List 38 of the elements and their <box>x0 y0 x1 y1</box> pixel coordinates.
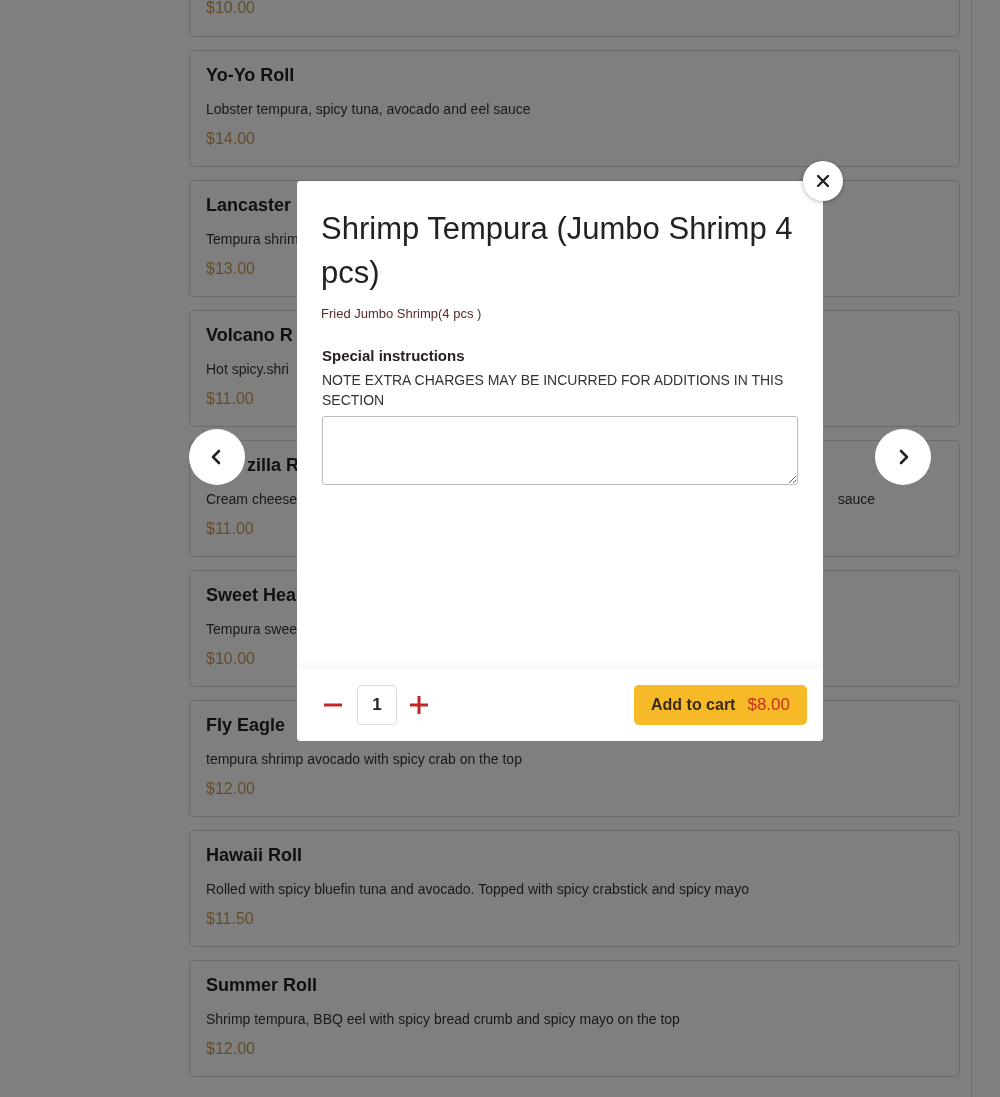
instructions-note: NOTE EXTRA CHARGES MAY BE INCURRED FOR ADDITIONS IN THIS SECTION <box>322 371 785 410</box>
item-description: Fried Jumbo Shrimp(4 pcs ) <box>321 306 483 321</box>
plus-icon <box>410 696 428 714</box>
dialog-title: Shrimp Tempura (Jumbo Shrimp 4 pcs) <box>321 210 794 292</box>
item-name: Volcano R <box>206 325 293 346</box>
item-name: Fly Eagle <box>206 715 286 736</box>
item-description: Cream cheese <box>206 491 298 507</box>
item-price: $12.00 <box>206 780 255 798</box>
item-price: $10.00 <box>206 0 255 17</box>
menu-card[interactable]: Yo-Yo Roll Lobster tempura, spicy tuna, avocado and eel sauce $14.00 <box>189 50 960 167</box>
instructions-label: Special instructions <box>322 347 466 364</box>
item-price: $14.00 <box>206 130 255 148</box>
item-name: Sweet Hea <box>206 585 297 606</box>
item-price: $12.00 <box>206 1040 255 1058</box>
increase-button[interactable] <box>407 693 431 717</box>
item-description: Tempura swee <box>206 621 298 637</box>
item-name: Summer Roll <box>206 975 318 996</box>
menu-card[interactable]: Summer Roll Shrimp tempura, BBQ eel with spicy bread crumb and spicy mayo on the top $12.00 <box>189 960 960 1077</box>
item-description: sauce <box>837 491 875 507</box>
item-price: $13.00 <box>206 260 255 278</box>
item-name: Yo-Yo Roll <box>206 65 295 86</box>
item-description: tempura shrimp avocado with spicy crab on the top <box>206 751 522 767</box>
item-name: Lancaster <box>206 195 292 216</box>
item-description: Hot spicy.shri <box>206 361 289 377</box>
item-description: Lobster tempura, spicy tuna, avocado and eel sauce <box>206 101 531 117</box>
quantity-field[interactable]: 1 <box>357 685 397 725</box>
item-description: Shrimp tempura, BBQ eel with spicy bread crumb and spicy mayo on the top <box>206 1011 680 1027</box>
item-name: Hawaii Roll <box>206 845 303 866</box>
add-to-cart-button[interactable]: Add to cart $8.00 <box>634 685 807 725</box>
menu-card[interactable]: Hawaii Roll Rolled with spicy bluefin tuna and avocado. Topped with spicy crabstick and spicy mayo $11.50 <box>189 830 960 947</box>
item-price: $11.00 <box>206 390 254 408</box>
instructions-field[interactable] <box>322 416 798 485</box>
close-icon <box>817 175 829 187</box>
item-description: Rolled with spicy bluefin tuna and avocado. Topped with spicy crabstick and spicy mayo <box>206 881 749 897</box>
item-price: $11.50 <box>206 910 254 928</box>
item-price: $11.00 <box>206 520 254 538</box>
item-price: $10.00 <box>206 650 255 668</box>
minus-icon <box>324 703 342 707</box>
